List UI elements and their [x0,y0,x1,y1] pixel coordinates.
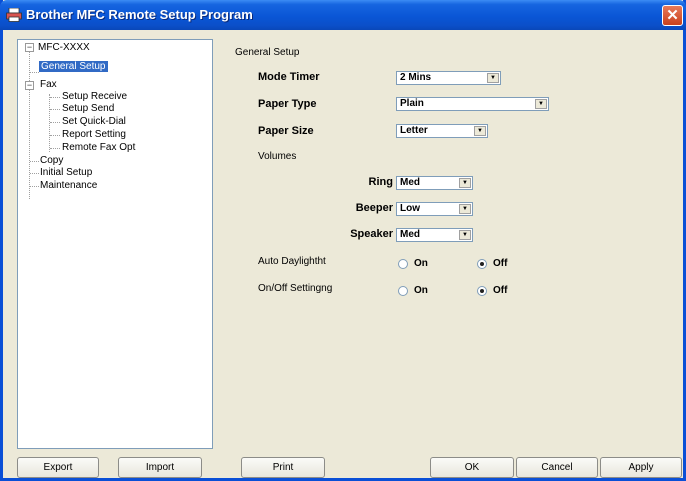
title-bar[interactable]: Brother MFC Remote Setup Program ✕ [0,0,686,30]
mode-timer-value: 2 Mins [400,72,432,83]
import-button[interactable]: Import [118,457,202,478]
mode-timer-label: Mode Timer [258,71,320,83]
export-button[interactable]: Export [17,457,99,478]
window-title: Brother MFC Remote Setup Program [26,7,253,22]
tree-line [50,122,60,123]
paper-type-label: Paper Type [258,98,317,110]
paper-type-value: Plain [400,98,424,109]
onoff-setting-label: On/Off Settingng [258,283,333,294]
tree-item-report-setting[interactable]: Report Setting [62,129,126,141]
close-button[interactable]: ✕ [662,5,683,26]
tree-line [30,161,39,162]
dropdown-arrow-icon: ▼ [474,126,486,136]
dropdown-arrow-icon: ▼ [487,73,499,83]
tree-item-initial-setup[interactable]: Initial Setup [40,167,92,179]
ring-volume-value: Med [400,177,420,188]
dropdown-arrow-icon: ▼ [535,99,547,109]
ring-label: Ring [368,176,393,188]
auto-daylight-label: Auto Daylightht [258,256,326,267]
speaker-volume-select[interactable]: Med ▼ [396,228,473,242]
onoff-setting-off-label: Off [493,285,508,296]
settings-tree[interactable]: − MFC-XXXX General Setup − Fax Setup Rec… [17,39,213,449]
tree-line [30,173,39,174]
tree-item-set-quick-dial[interactable]: Set Quick-Dial [62,116,126,128]
tree-item-general-setup[interactable]: General Setup [39,61,108,73]
tree-item-fax[interactable]: Fax [40,79,57,91]
remote-setup-window: Brother MFC Remote Setup Program ✕ − MFC… [0,0,686,481]
auto-daylight-on-label: On [414,258,428,269]
tree-line [49,94,50,152]
onoff-setting-on-radio[interactable] [398,286,408,296]
speaker-label: Speaker [350,228,393,240]
mode-timer-select[interactable]: 2 Mins ▼ [396,71,501,85]
onoff-setting-off-radio[interactable] [477,286,487,296]
tree-line [30,186,39,187]
tree-item-setup-receive[interactable]: Setup Receive [62,91,127,103]
tree-item-setup-send[interactable]: Setup Send [62,103,114,115]
tree-item-label: General Setup [39,61,108,72]
volumes-label: Volumes [258,151,297,162]
tree-line [30,72,39,73]
cancel-button[interactable]: Cancel [516,457,598,478]
apply-button[interactable]: Apply [600,457,682,478]
root-collapse-toggle[interactable]: − [25,43,34,52]
ring-volume-select[interactable]: Med ▼ [396,176,473,190]
tree-item-remote-fax-opt[interactable]: Remote Fax Opt [62,142,135,154]
paper-size-label: Paper Size [258,125,314,137]
dropdown-arrow-icon: ▼ [459,178,471,188]
auto-daylight-off-label: Off [493,258,508,269]
panel-title: General Setup [235,47,300,58]
auto-daylight-off-radio[interactable] [477,259,487,269]
tree-item-copy[interactable]: Copy [40,155,63,167]
onoff-setting-on-label: On [414,285,428,296]
dropdown-arrow-icon: ▼ [459,230,471,240]
tree-line [50,109,60,110]
tree-item-root[interactable]: MFC-XXXX [38,42,90,54]
print-button[interactable]: Print [241,457,325,478]
auto-daylight-on-radio[interactable] [398,259,408,269]
speaker-volume-value: Med [400,229,420,240]
close-icon: ✕ [666,7,679,24]
beeper-volume-select[interactable]: Low ▼ [396,202,473,216]
paper-size-value: Letter [400,125,428,136]
tree-item-maintenance[interactable]: Maintenance [40,180,97,192]
paper-size-select[interactable]: Letter ▼ [396,124,488,138]
printer-icon [6,8,22,22]
tree-line [50,135,60,136]
fax-collapse-toggle[interactable]: − [25,81,34,90]
dropdown-arrow-icon: ▼ [459,204,471,214]
paper-type-select[interactable]: Plain ▼ [396,97,549,111]
ok-button[interactable]: OK [430,457,514,478]
tree-line [50,97,60,98]
beeper-label: Beeper [355,202,393,214]
beeper-volume-value: Low [400,203,420,214]
tree-line [50,148,60,149]
